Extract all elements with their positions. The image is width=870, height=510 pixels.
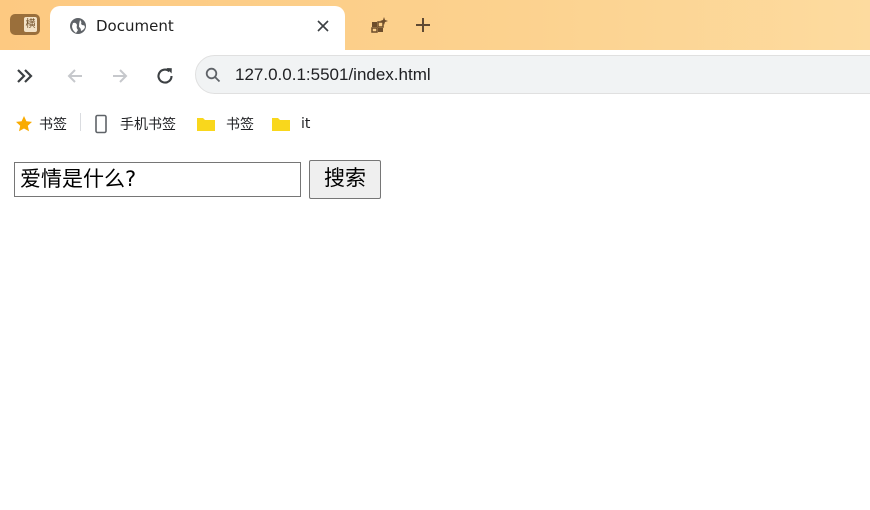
back-icon[interactable]: [64, 65, 86, 87]
toolbar: 127.0.0.1:5501/index.html: [0, 50, 870, 102]
bookmark-label: 手机书签: [120, 117, 176, 133]
tab-extension-icon[interactable]: [370, 16, 388, 34]
globe-icon: [70, 18, 86, 34]
star-icon: [16, 116, 32, 132]
tab-document[interactable]: Document: [50, 6, 345, 50]
tab-strip: 横 Document: [0, 0, 870, 50]
page-content: 爱情是什么? 搜索: [0, 144, 870, 510]
bookmark-divider: [80, 113, 81, 131]
tab-title: Document: [96, 17, 174, 35]
vertical-tabs-glyph: 横: [24, 17, 37, 32]
bookmark-item-mobile[interactable]: 手机书签: [93, 114, 176, 134]
bookmark-folder-1[interactable]: 书签: [196, 114, 254, 134]
bookmark-folder-it[interactable]: it: [271, 114, 310, 134]
bookmark-label: 书签: [39, 117, 67, 133]
bookmark-label: it: [301, 116, 311, 132]
forward-icon[interactable]: [109, 65, 131, 87]
address-bar[interactable]: 127.0.0.1:5501/index.html: [195, 55, 870, 94]
chevrons-icon[interactable]: [14, 65, 36, 87]
folder-icon: [197, 118, 215, 131]
reload-icon[interactable]: [154, 65, 176, 87]
search-input[interactable]: 爱情是什么?: [14, 162, 301, 197]
close-tab-icon[interactable]: [315, 18, 331, 34]
bookmark-label: 书签: [226, 117, 254, 133]
phone-icon: [95, 114, 107, 134]
bookmark-item-star[interactable]: 书签: [15, 114, 67, 134]
search-button[interactable]: 搜索: [309, 160, 381, 199]
folder-icon: [272, 118, 290, 131]
new-tab-icon[interactable]: [414, 16, 432, 34]
search-icon: [205, 67, 221, 83]
url-text[interactable]: 127.0.0.1:5501/index.html: [235, 65, 431, 85]
vertical-tabs-button[interactable]: 横: [10, 14, 40, 35]
